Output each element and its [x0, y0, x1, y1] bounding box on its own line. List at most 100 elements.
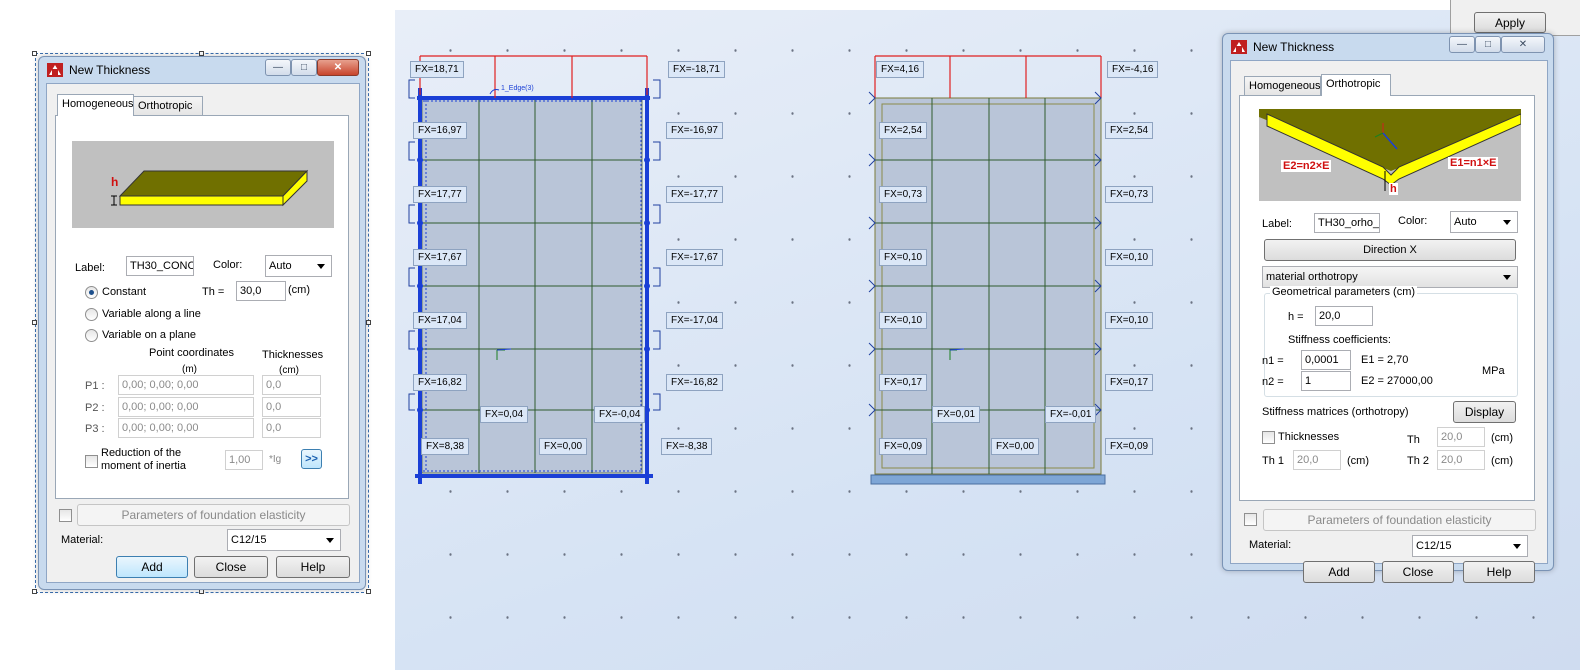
label-field[interactable]: TH30_CONC [126, 256, 194, 276]
point-coords-unit: (m) [182, 364, 197, 375]
color-select[interactable]: Auto [265, 255, 332, 277]
reduction-checkbox[interactable] [85, 455, 98, 468]
fx-label: FX=-4,16 [1107, 61, 1159, 78]
fx-label: FX=18,71 [410, 61, 464, 78]
tab-orthotropic[interactable]: Orthotropic [1321, 74, 1391, 96]
th2-field[interactable]: 20,0 [1437, 450, 1485, 470]
fx-label: FX=0,17 [879, 374, 928, 391]
color-caption: Color: [1398, 215, 1428, 227]
color-caption: Color: [213, 259, 243, 271]
foundation-elasticity-button[interactable]: Parameters of foundation elasticity [77, 504, 350, 526]
close-window-button[interactable]: ✕ [317, 59, 359, 76]
reduction-unit: *Ig [269, 454, 282, 465]
fx-label: FX=0,10 [1105, 312, 1154, 329]
point-coords-header: Point coordinates [149, 347, 234, 359]
label-field[interactable]: TH30_orho_ [1314, 213, 1380, 233]
fx-label: FX=-16,82 [666, 374, 723, 391]
reduction-field[interactable]: 1,00 [225, 450, 263, 470]
variable-line-radio[interactable] [85, 308, 98, 321]
p3-label: P3 : [85, 423, 105, 435]
fx-label: FX=-0,04 [594, 406, 646, 423]
fx-label: FX=-17,77 [666, 186, 723, 203]
h-field[interactable]: 20,0 [1315, 306, 1373, 326]
e2-value: E2 = 27000,00 [1361, 375, 1433, 387]
edge-label: 1_Edge(3) [501, 85, 534, 92]
more-options-button[interactable]: >> [301, 449, 322, 469]
fx-label: FX=17,77 [413, 186, 467, 203]
th2-unit: (cm) [1491, 455, 1513, 467]
constant-radio[interactable] [85, 286, 98, 299]
tab-homogeneous[interactable]: Homogeneous [1244, 76, 1321, 96]
variable-plane-label: Variable on a plane [102, 329, 196, 341]
variable-plane-radio[interactable] [85, 329, 98, 342]
fx-label: FX=16,82 [413, 374, 467, 391]
minimize-button[interactable]: — [265, 59, 291, 76]
variable-line-label: Variable along a line [102, 308, 201, 320]
close-button[interactable]: Close [1382, 561, 1454, 583]
maximize-button[interactable]: □ [1475, 36, 1501, 53]
fx-label: FX=0,10 [1105, 249, 1154, 266]
help-button[interactable]: Help [1463, 561, 1535, 583]
minimize-button[interactable]: — [1449, 36, 1475, 53]
color-select[interactable]: Auto [1450, 211, 1518, 233]
h-dimension-label: h [111, 175, 119, 189]
label-caption: Label: [75, 262, 105, 274]
p2-thickness-field[interactable]: 0,0 [262, 397, 321, 417]
fx-label: FX=0,09 [1105, 438, 1154, 455]
th-field[interactable]: 20,0 [1437, 427, 1485, 447]
display-button[interactable]: Display [1453, 401, 1516, 423]
fx-label: FX=-8,38 [661, 438, 713, 455]
fx-label: FX=0,00 [991, 438, 1040, 455]
selection-handle[interactable] [32, 320, 37, 325]
h-dimension-label: h [1389, 183, 1398, 195]
p1-coords-field[interactable]: 0,00; 0,00; 0,00 [118, 375, 254, 395]
n2-field[interactable]: 1 [1301, 371, 1351, 391]
thicknesses-checkbox[interactable] [1262, 431, 1275, 444]
dialog-client: Homogeneous Orthotropic E2=n2×E E1=n1×E … [1230, 60, 1548, 583]
add-button[interactable]: Add [1303, 561, 1375, 583]
add-button[interactable]: Add [116, 556, 188, 578]
maximize-button[interactable]: □ [291, 59, 317, 76]
fx-label: FX=-18,71 [668, 61, 725, 78]
dialog-titlebar[interactable]: New Thickness — □ ✕ [39, 57, 365, 83]
fx-label: FX=-0,01 [1045, 406, 1097, 423]
selection-handle[interactable] [32, 51, 37, 56]
selection-handle[interactable] [32, 589, 37, 594]
th-field[interactable]: 30,0 [236, 281, 286, 301]
reduction-label-2: moment of inertia [101, 460, 186, 472]
help-button[interactable]: Help [276, 556, 350, 578]
p3-coords-field[interactable]: 0,00; 0,00; 0,00 [118, 418, 254, 438]
material-select[interactable]: C12/15 [227, 529, 341, 551]
tab-orthotropic[interactable]: Orthotropic [133, 96, 203, 116]
p2-label: P2 : [85, 402, 105, 414]
p3-thickness-field[interactable]: 0,0 [262, 418, 321, 438]
dialog-titlebar[interactable]: New Thickness — □ ✕ [1223, 34, 1553, 60]
thickness-header: Thicknesses [262, 349, 324, 361]
apply-button[interactable]: Apply [1474, 12, 1546, 33]
close-window-button[interactable]: ✕ [1501, 36, 1545, 53]
selection-handle[interactable] [366, 320, 371, 325]
p1-thickness-field[interactable]: 0,0 [262, 375, 321, 395]
th1-caption: Th 1 [1262, 455, 1285, 467]
material-select[interactable]: C12/15 [1412, 535, 1528, 557]
n1-field[interactable]: 0,0001 [1301, 350, 1351, 370]
direction-x-button[interactable]: Direction X [1264, 239, 1516, 261]
selection-handle[interactable] [366, 51, 371, 56]
orthotropic-panel: E2=n2×E E1=n1×E h Label: TH30_orho_ Colo… [1239, 95, 1535, 501]
fx-label: FX=2,54 [879, 122, 928, 139]
dialog-title: New Thickness [69, 63, 151, 77]
orthotropy-type-select[interactable]: material orthotropy [1262, 266, 1518, 288]
th1-unit: (cm) [1347, 455, 1369, 467]
reduction-label-1: Reduction of the [101, 447, 182, 459]
close-button[interactable]: Close [194, 556, 268, 578]
selection-handle[interactable] [366, 589, 371, 594]
foundation-checkbox[interactable] [59, 509, 72, 522]
tab-homogeneous[interactable]: Homogeneous [57, 94, 134, 116]
fx-label: FX=0,10 [879, 249, 928, 266]
constant-label: Constant [102, 286, 147, 298]
th1-field[interactable]: 20,0 [1293, 450, 1341, 470]
foundation-checkbox[interactable] [1244, 513, 1257, 526]
p2-coords-field[interactable]: 0,00; 0,00; 0,00 [118, 397, 254, 417]
app-icon [1231, 40, 1247, 54]
foundation-elasticity-button[interactable]: Parameters of foundation elasticity [1263, 509, 1536, 531]
